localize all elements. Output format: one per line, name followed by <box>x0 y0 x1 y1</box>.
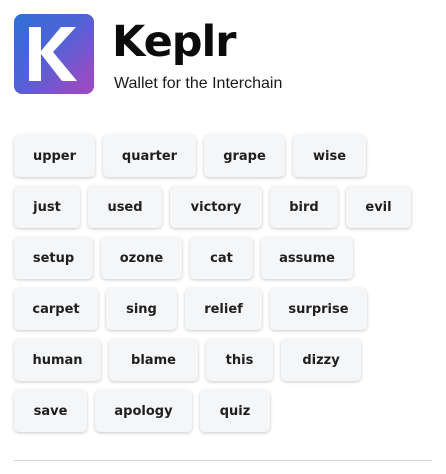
word-chip[interactable]: relief <box>185 288 262 330</box>
word-chip[interactable]: victory <box>170 186 262 228</box>
word-chip[interactable]: quiz <box>200 390 270 432</box>
word-chip[interactable]: surprise <box>270 288 367 330</box>
brand-name: Keplr <box>112 17 236 67</box>
word-chip[interactable]: blame <box>109 339 198 381</box>
word-row: carpet sing relief surprise <box>14 288 434 330</box>
word-chip[interactable]: human <box>14 339 101 381</box>
word-chip[interactable]: carpet <box>14 288 98 330</box>
word-row: human blame this dizzy <box>14 339 434 381</box>
word-chip[interactable]: this <box>206 339 273 381</box>
word-chip[interactable]: just <box>14 186 80 228</box>
brand-tagline: Wallet for the Interchain <box>114 75 283 92</box>
word-chip[interactable]: grape <box>204 135 285 177</box>
word-chip[interactable]: evil <box>346 186 411 228</box>
word-row: upper quarter grape wise <box>14 135 434 177</box>
word-chip[interactable]: bird <box>270 186 338 228</box>
word-chip[interactable]: dizzy <box>281 339 361 381</box>
mnemonic-word-grid: upper quarter grape wise just used victo… <box>14 135 434 441</box>
word-chip[interactable]: ozone <box>101 237 182 279</box>
word-row: setup ozone cat assume <box>14 237 434 279</box>
word-chip[interactable]: assume <box>261 237 353 279</box>
word-chip[interactable]: cat <box>190 237 253 279</box>
k-letter-icon <box>29 27 77 81</box>
word-row: save apology quiz <box>14 390 434 432</box>
word-chip[interactable]: sing <box>106 288 177 330</box>
word-chip[interactable]: quarter <box>103 135 196 177</box>
bottom-divider <box>14 460 432 461</box>
word-chip[interactable]: wise <box>293 135 366 177</box>
word-row: just used victory bird evil <box>14 186 434 228</box>
word-chip[interactable]: upper <box>14 135 95 177</box>
word-chip[interactable]: used <box>88 186 162 228</box>
keplr-logo <box>14 14 94 94</box>
word-chip[interactable]: setup <box>14 237 93 279</box>
word-chip[interactable]: apology <box>95 390 192 432</box>
word-chip[interactable]: save <box>14 390 87 432</box>
